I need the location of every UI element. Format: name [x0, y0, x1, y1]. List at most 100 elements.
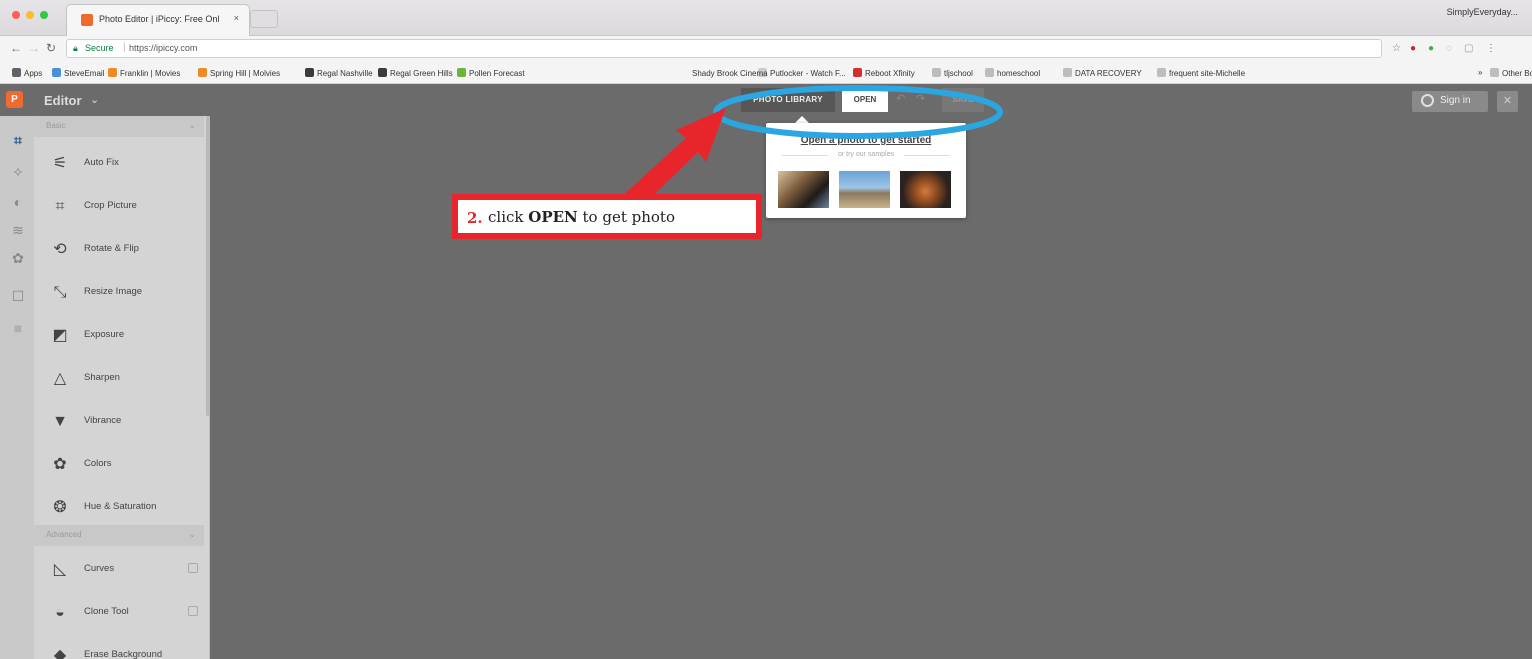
tool-label: Crop Picture — [84, 200, 137, 211]
profile-name[interactable]: SimplyEveryday... — [1447, 7, 1518, 17]
highlight-ellipse — [713, 85, 1003, 139]
tool-label: Colors — [84, 458, 112, 469]
folder-icon — [1490, 68, 1499, 77]
magic-wand-icon: ⚟ — [52, 155, 68, 172]
sample-photo-beach[interactable] — [839, 171, 890, 208]
ipiccy-logo-icon[interactable]: P — [6, 91, 23, 108]
maximize-window-button[interactable] — [40, 11, 48, 19]
url-input[interactable]: 🔒︎ Secure | https://ipiccy.com — [66, 39, 1382, 58]
sharpen-icon: △ — [53, 370, 67, 387]
instruction-suffix: to get photo — [577, 208, 675, 226]
other-bookmarks[interactable]: Other Bookmarks — [1490, 68, 1532, 78]
section-label: Advanced — [46, 530, 82, 539]
close-button[interactable]: ✕ — [1497, 91, 1518, 112]
bookmarks-overflow-icon[interactable]: » — [1478, 68, 1482, 77]
section-label: Basic — [46, 121, 66, 130]
bookmark-item[interactable]: Putlocker - Watch F... — [758, 68, 846, 78]
ipiccy-favicon-icon — [81, 14, 93, 26]
bookmark-label: Shady Brook Cinema — [692, 69, 768, 78]
tool-item[interactable]: ⟲ Rotate & Flip — [34, 229, 204, 269]
instruction-keyword: OPEN — [528, 208, 578, 226]
tool-item[interactable]: ▼ Vibrance — [34, 401, 204, 441]
sample-photo-portrait[interactable] — [778, 171, 829, 208]
bookmark-favicon-icon — [1063, 68, 1072, 77]
bookmark-label: tljschool — [944, 69, 973, 78]
tool-item[interactable]: ◆ Erase Background — [34, 635, 204, 659]
touch-up-category-icon[interactable]: ◐ — [10, 194, 26, 210]
back-arrow-icon[interactable]: ← — [10, 41, 22, 55]
basic-section-header[interactable]: Basic ⌄ — [34, 116, 204, 137]
tool-item[interactable]: ✿ Colors — [34, 444, 204, 484]
panel-scrollbar[interactable] — [206, 116, 210, 416]
bookmark-item[interactable]: DATA RECOVERY — [1063, 68, 1142, 78]
bookmark-item[interactable]: homeschool — [985, 68, 1040, 78]
tool-item[interactable]: ⤡ Resize Image — [34, 272, 204, 312]
bookmark-label: Spring Hill | Molvies — [210, 69, 281, 78]
green-extension-icon[interactable]: ● — [1428, 43, 1434, 54]
bookmark-item[interactable]: Spring Hill | Molvies — [198, 68, 280, 78]
tools-panel: Basic ⌄ ⚟ Auto Fix ⌗ Crop Picture ⟲ Rotate & … — [34, 116, 210, 659]
bookmark-item[interactable]: Pollen Forecast — [457, 68, 525, 78]
tool-item[interactable]: ◒ Clone Tool — [34, 592, 204, 632]
bookmark-item[interactable]: frequent site-Michelle — [1157, 68, 1245, 78]
tool-item[interactable]: ❂ Hue & Saturation — [34, 487, 204, 527]
editor-menu-title[interactable]: Editor — [44, 93, 82, 108]
chevron-down-icon: ⌄ — [188, 529, 196, 539]
crop-category-icon[interactable]: ⌗ — [10, 132, 26, 148]
sign-in-button[interactable]: Sign in — [1412, 91, 1488, 112]
advanced-section-header[interactable]: Advanced ⌄ — [34, 525, 204, 546]
clone-icon: ◒ — [55, 604, 65, 621]
bookmark-star-icon[interactable]: ☆ — [1392, 43, 1401, 54]
extension-icon[interactable]: ◌ — [1446, 43, 1452, 54]
url-separator: | — [123, 42, 126, 53]
chevron-down-icon[interactable]: ⌄ — [90, 93, 99, 106]
bookmark-item[interactable]: Regal Green Hills — [378, 68, 453, 78]
extension-icon[interactable]: ▢ — [1464, 43, 1473, 54]
tool-item[interactable]: ⌗ Crop Picture — [34, 186, 204, 226]
reload-icon[interactable]: ↻ — [46, 41, 56, 55]
eraser-icon: ◆ — [53, 647, 67, 659]
tool-item[interactable]: ◩ Exposure — [34, 315, 204, 355]
tab-close-icon[interactable]: × — [234, 13, 239, 23]
tool-item[interactable]: ◺ Curves — [34, 549, 204, 589]
minimize-window-button[interactable] — [26, 11, 34, 19]
bookmark-favicon-icon — [378, 68, 387, 77]
browser-titlebar: Photo Editor | iPiccy: Free Onl × Simply… — [0, 0, 1532, 36]
bookmark-favicon-icon — [932, 68, 941, 77]
other-bookmarks-label: Other Bookmarks — [1502, 69, 1532, 78]
frames-category-icon[interactable]: ☐ — [10, 288, 26, 304]
bookmark-item[interactable]: tljschool — [932, 68, 973, 78]
textures-category-icon[interactable]: ■ — [10, 320, 26, 336]
bookmark-item[interactable]: Franklin | Movies — [108, 68, 180, 78]
effects-category-icon[interactable]: ✧ — [10, 164, 26, 180]
bookmark-item[interactable]: SteveEmail — [52, 68, 104, 78]
bookmark-favicon-icon — [1157, 68, 1166, 77]
bookmark-item[interactable]: Apps — [12, 68, 42, 78]
browser-menu-icon[interactable]: ⋮ — [1486, 43, 1496, 54]
screenshot-frame: Photo Editor | iPiccy: Free Onl × Simply… — [0, 0, 1532, 659]
browser-tab[interactable]: Photo Editor | iPiccy: Free Onl × — [66, 4, 250, 36]
bookmark-label: Putlocker - Watch F... — [770, 69, 846, 78]
rotate-icon: ⟲ — [53, 241, 67, 258]
bookmark-favicon-icon — [457, 68, 466, 77]
close-window-button[interactable] — [12, 11, 20, 19]
tool-label: Vibrance — [84, 415, 122, 426]
tool-item[interactable]: ⚟ Auto Fix — [34, 143, 204, 183]
bookmark-item[interactable]: Shady Brook Cinema — [680, 68, 768, 78]
stickers-category-icon[interactable]: ✿ — [10, 250, 26, 266]
bookmark-item[interactable]: Reboot Xfinity — [853, 68, 915, 78]
url-text: https://ipiccy.com — [129, 43, 198, 53]
forward-arrow-icon[interactable]: → — [28, 41, 40, 55]
sample-photo-food[interactable] — [900, 171, 951, 208]
bookmark-label: Regal Green Hills — [390, 69, 453, 78]
new-tab-button[interactable] — [250, 10, 278, 28]
bookmark-item[interactable]: Regal Nashville — [305, 68, 373, 78]
tool-label: Erase Background — [84, 649, 163, 659]
tool-label: Curves — [84, 563, 115, 574]
tool-item[interactable]: △ Sharpen — [34, 358, 204, 398]
instruction-text: click OPEN to get photo — [488, 208, 675, 226]
bookmark-favicon-icon — [108, 68, 117, 77]
layers-category-icon[interactable]: ≋ — [10, 222, 26, 238]
bookmark-label: homeschool — [997, 69, 1041, 78]
pinterest-extension-icon[interactable]: ● — [1410, 43, 1416, 54]
